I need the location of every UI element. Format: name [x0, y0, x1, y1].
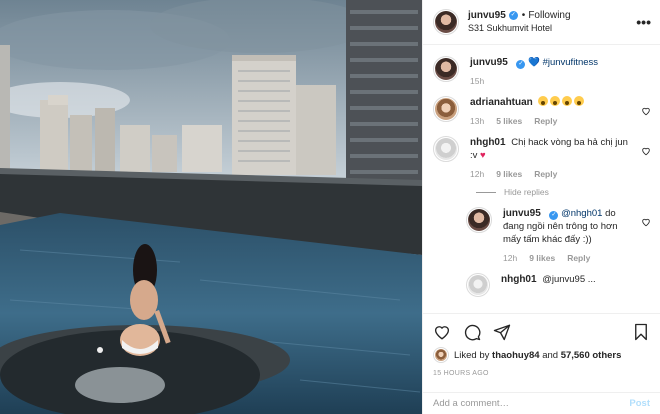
- verified-icon: ✓: [549, 211, 559, 220]
- share-icon[interactable]: [493, 323, 511, 341]
- post-comment-button[interactable]: Post: [629, 398, 650, 409]
- red-heart-emoji: ♥: [480, 150, 486, 161]
- verified-icon: ✓: [516, 60, 526, 69]
- commenter-avatar[interactable]: [433, 136, 459, 162]
- liker-username[interactable]: thaohuy84: [492, 350, 540, 361]
- comment-text: @junvu95 ...: [542, 274, 596, 285]
- comment-likes[interactable]: 9 likes: [496, 169, 522, 179]
- add-comment-input[interactable]: [433, 398, 630, 409]
- author-info: junvu95 ✓ • Following S31 Sukhumvit Hote…: [468, 9, 636, 35]
- following-button[interactable]: Following: [528, 9, 570, 22]
- blue-heart-emoji: 💙: [528, 57, 540, 68]
- reply-likes[interactable]: 9 likes: [529, 253, 555, 263]
- more-icon[interactable]: •••: [636, 14, 651, 30]
- follow-separator: •: [521, 10, 526, 21]
- reply-button[interactable]: Reply: [567, 253, 590, 263]
- post-header: junvu95 ✓ • Following S31 Sukhumvit Hote…: [423, 0, 660, 45]
- verified-icon: ✓: [508, 11, 518, 20]
- post-photo[interactable]: [0, 0, 422, 414]
- likes-count[interactable]: 57,560 others: [561, 350, 622, 361]
- rooftop-pool-image: [0, 0, 422, 414]
- shocked-emojis: [538, 96, 586, 108]
- comment-time[interactable]: 12h: [470, 169, 484, 179]
- reply-button[interactable]: Reply: [534, 116, 557, 126]
- likes-conj: and: [542, 349, 559, 361]
- liker-avatar[interactable]: [433, 347, 449, 363]
- bookmark-icon[interactable]: [632, 323, 650, 341]
- likes-summary: Liked by thaohuy84 and 57,560 others: [433, 347, 650, 363]
- post-sidebar: junvu95 ✓ • Following S31 Sukhumvit Hote…: [422, 0, 660, 414]
- comment-item-partial: nhgh01 @junvu95 ...: [466, 273, 651, 297]
- caption-username[interactable]: junvu95: [470, 57, 508, 68]
- author-avatar[interactable]: [433, 9, 459, 35]
- comment-username[interactable]: adrianahtuan: [470, 97, 533, 108]
- heart-icon[interactable]: [433, 323, 451, 341]
- reply-item: junvu95 ✓ @nhgh01 do đang ngồi nên trông…: [466, 207, 651, 263]
- reply-button[interactable]: Reply: [534, 169, 557, 179]
- comment-icon[interactable]: [463, 323, 481, 341]
- caption: junvu95 ✓ 💙 #junvufitness 15h: [433, 56, 651, 86]
- comment-username[interactable]: nhgh01: [501, 274, 537, 285]
- caption-hashtag[interactable]: #junvufitness: [543, 57, 598, 68]
- add-comment-bar: Post: [423, 392, 660, 414]
- post-timestamp[interactable]: 15 HOURS AGO: [433, 370, 650, 377]
- likes-prefix: Liked by: [454, 349, 490, 361]
- like-comment-heart-icon[interactable]: [641, 146, 651, 156]
- reply-time[interactable]: 12h: [503, 253, 517, 263]
- comments-list[interactable]: junvu95 ✓ 💙 #junvufitness 15h adrianahtu…: [423, 46, 660, 312]
- author-username[interactable]: junvu95: [468, 9, 506, 22]
- comment-item: nhgh01 Chị hack vòng ba hả chị jun :v ♥ …: [433, 136, 651, 179]
- comment-time[interactable]: 13h: [470, 116, 484, 126]
- post-location[interactable]: S31 Sukhumvit Hotel: [468, 22, 636, 35]
- caption-time[interactable]: 15h: [470, 76, 484, 86]
- instagram-post: junvu95 ✓ • Following S31 Sukhumvit Hote…: [0, 0, 660, 414]
- comment-username[interactable]: nhgh01: [470, 137, 506, 148]
- comment-item: adrianahtuan 13h 5 likes Reply: [433, 96, 651, 126]
- like-comment-heart-icon[interactable]: [641, 217, 651, 227]
- hide-replies-button[interactable]: Hide replies: [476, 187, 651, 197]
- post-actions: Liked by thaohuy84 and 57,560 others 15 …: [423, 313, 660, 377]
- reply-username[interactable]: junvu95: [503, 208, 541, 219]
- like-comment-heart-icon[interactable]: [641, 106, 651, 116]
- reply-mention[interactable]: @nhgh01: [561, 208, 602, 219]
- comment-likes[interactable]: 5 likes: [496, 116, 522, 126]
- caption-avatar[interactable]: [433, 56, 459, 82]
- commenter-avatar[interactable]: [433, 96, 459, 122]
- reply-avatar[interactable]: [466, 207, 492, 233]
- commenter-avatar[interactable]: [466, 273, 490, 297]
